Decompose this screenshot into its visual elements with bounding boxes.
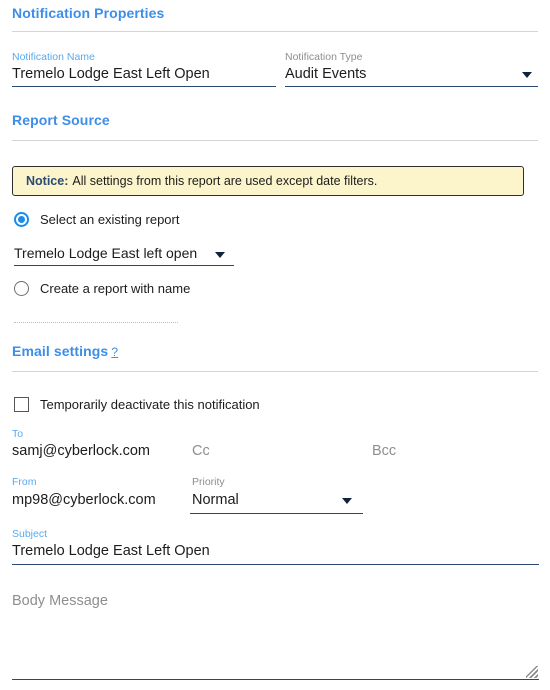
priority-underline [190, 513, 363, 515]
to-input[interactable]: samj@cyberlock.com [12, 443, 150, 459]
section-divider-notification-properties [12, 31, 538, 32]
section-title-email-settings-text: Email settings [12, 343, 109, 359]
notification-name-label: Notification Name [12, 51, 95, 63]
body-message-textarea[interactable]: Body Message [12, 593, 108, 609]
notification-type-underline [285, 86, 538, 88]
cc-input[interactable]: Cc [192, 443, 210, 459]
subject-input[interactable]: Tremelo Lodge East Left Open [12, 543, 210, 559]
notification-type-label: Notification Type [285, 51, 363, 63]
notice-banner: Notice: All settings from this report ar… [12, 166, 524, 196]
radio-existing-report-label: Select an existing report [40, 212, 180, 227]
subject-label: Subject [12, 528, 48, 540]
help-icon[interactable]: ? [111, 345, 118, 359]
notice-prefix: Notice: [26, 174, 69, 188]
section-title-email-settings: Email settings? [12, 343, 118, 359]
radio-create-report-icon[interactable] [14, 281, 29, 296]
chevron-down-icon[interactable] [522, 72, 532, 78]
radio-existing-report-icon[interactable] [14, 212, 29, 227]
from-input[interactable]: mp98@cyberlock.com [12, 492, 156, 508]
notification-name-input[interactable]: Tremelo Lodge East Left Open [12, 66, 210, 82]
priority-select[interactable]: Normal [192, 492, 239, 508]
deactivate-notification-checkbox[interactable] [14, 397, 29, 412]
create-report-name-underline [14, 322, 178, 323]
deactivate-notification-checkbox-row[interactable]: Temporarily deactivate this notification [14, 397, 260, 412]
section-divider-report-source [12, 140, 538, 141]
section-divider-email-settings [12, 371, 538, 372]
existing-report-underline [14, 265, 234, 267]
section-title-notification-properties: Notification Properties [12, 5, 165, 21]
chevron-down-icon-existing-report[interactable] [215, 252, 225, 258]
section-title-report-source: Report Source [12, 112, 110, 128]
radio-option-create-report[interactable]: Create a report with name [14, 281, 190, 296]
notice-text: All settings from this report are used e… [72, 174, 378, 188]
existing-report-select[interactable]: Tremelo Lodge East left open [14, 245, 197, 261]
chevron-down-icon-priority[interactable] [342, 498, 352, 504]
notification-name-underline [12, 86, 276, 88]
bcc-input[interactable]: Bcc [372, 443, 396, 459]
priority-label: Priority [192, 476, 225, 488]
radio-option-existing-report[interactable]: Select an existing report [14, 212, 179, 227]
deactivate-notification-label: Temporarily deactivate this notification [40, 397, 260, 412]
subject-underline [12, 564, 539, 566]
to-label: To [12, 428, 24, 440]
notification-type-select[interactable]: Audit Events [285, 66, 366, 82]
radio-create-report-label: Create a report with name [40, 281, 191, 296]
from-label: From [12, 476, 37, 488]
resize-handle[interactable] [526, 666, 538, 678]
body-message-underline [12, 679, 539, 681]
